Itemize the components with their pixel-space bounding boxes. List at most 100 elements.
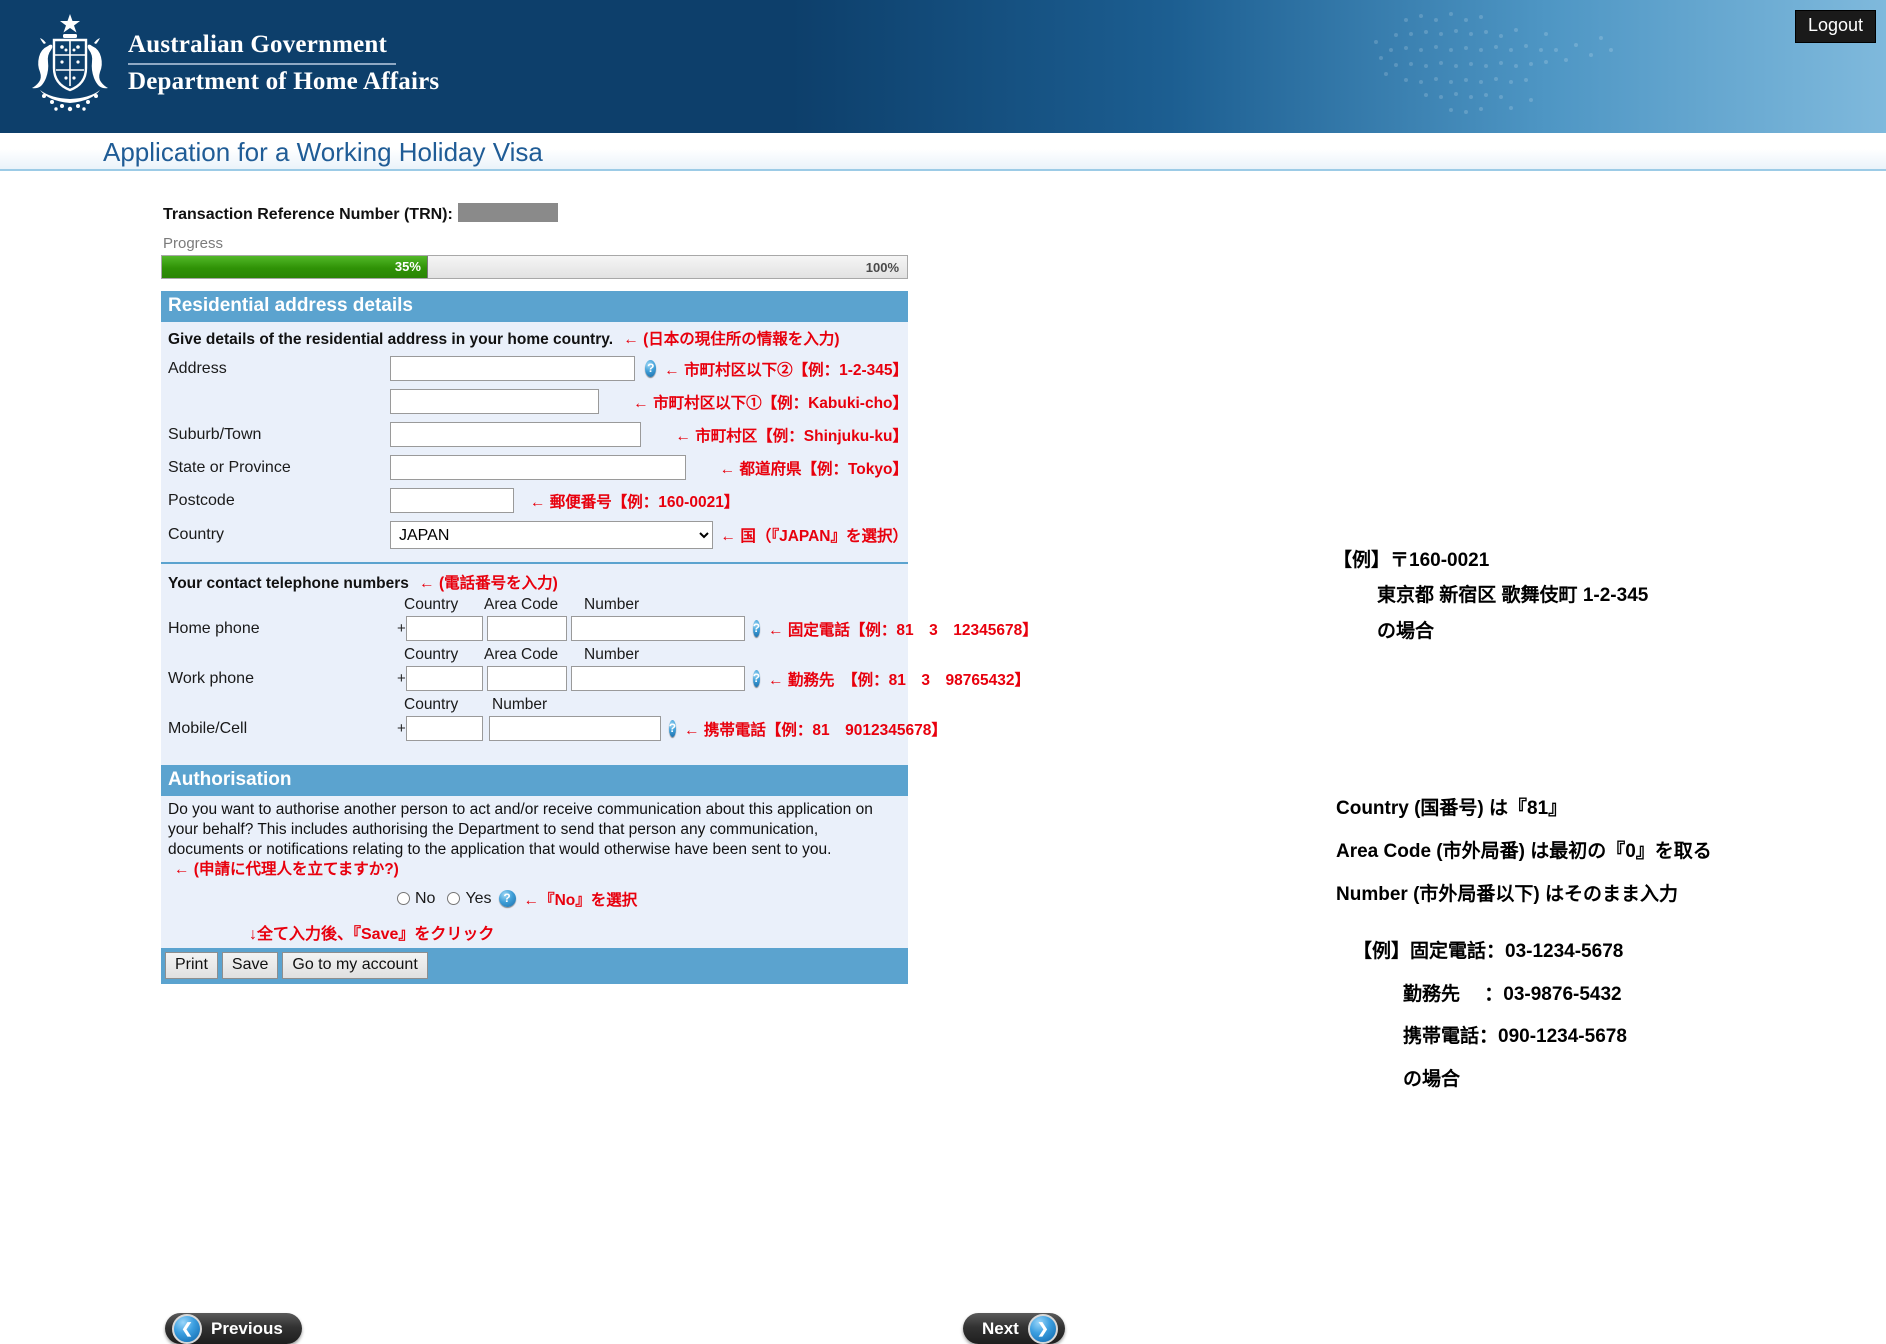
residential-section-header: Residential address details — [161, 291, 908, 322]
postcode-annotation: ← 郵便番号【例：160-0021】 — [530, 493, 740, 511]
work-phone-row: Work phone + ? ← 勤務先 【例：81 3 98765432】 — [161, 666, 1030, 691]
work-col-area: Area Code — [484, 646, 559, 663]
mobile-annotation: ← 携帯電話【例：81 9012345678】 — [684, 721, 947, 739]
go-to-my-account-button[interactable]: Go to my account — [282, 951, 428, 979]
phone-rule-line-2: Area Code (市外局番) は最初の『0』を取る — [1336, 841, 1712, 862]
authorisation-radio-annotation: ←『No』を選択 — [523, 891, 638, 909]
mobile-number-input[interactable] — [488, 716, 661, 741]
mobile-col-country: Country — [404, 696, 459, 713]
authorisation-radio-no[interactable] — [397, 892, 410, 906]
trn-row: Transaction Reference Number (TRN): — [163, 203, 558, 224]
panel-gap — [161, 747, 908, 765]
address-example-line-1: 【例】〒160-0021 — [1333, 550, 1490, 571]
work-col-number: Number — [584, 646, 640, 663]
home-col-area: Area Code — [484, 596, 559, 613]
save-instruction-row: ↓全て入力後、『Save』をクリック — [161, 920, 908, 948]
country-annotation: ← 国（『JAPAN』を選択） — [720, 528, 908, 545]
authorisation-label-no: No — [415, 889, 436, 907]
chevron-left-icon: ❮ — [172, 1313, 202, 1344]
work-number-input[interactable] — [570, 666, 745, 691]
save-instruction: ↓全て入力後、『Save』をクリック — [249, 925, 495, 943]
authorisation-help-icon[interactable]: ? — [498, 890, 516, 908]
mobile-country-code-input[interactable] — [405, 716, 483, 741]
print-button[interactable]: Print — [165, 951, 218, 979]
suburb-annotation: ← 市町村区【例：Shinjuku-ku】 — [675, 427, 908, 445]
phone-rule-line-1: Country (国番号) は『81』 — [1336, 798, 1568, 819]
postcode-input[interactable] — [390, 488, 514, 513]
wordmark-divider — [128, 63, 396, 66]
state-annotation: ← 都道府県【例：Tokyo】 — [719, 460, 908, 478]
address-example-line-2: 東京都 新宿区 歌舞伎町 1-2-345 — [1377, 585, 1649, 606]
home-phone-row: Home phone + ? ← 固定電話【例：81 3 12345678】 — [161, 616, 1038, 641]
mobile-label: Mobile/Cell — [168, 719, 248, 737]
authorisation-question-text: Do you want to authorise another person … — [168, 801, 873, 859]
authorisation-question-annotation: ← (申請に代理人を立てますか?) — [174, 861, 399, 879]
phone-example-line-1: 【例】固定電話：03-1234-5678 — [1353, 941, 1624, 962]
site-banner: Australian Government Department of Home… — [0, 0, 1886, 133]
mobile-col-spacer — [168, 696, 404, 714]
page-title: Application for a Working Holiday Visa — [103, 137, 543, 167]
address-example-line-3: の場合 — [1377, 621, 1435, 642]
address-line-1-row: Address ? ← 市町村区以下②【例：1-2-345】 — [161, 352, 908, 385]
home-country-code-input[interactable] — [405, 616, 483, 641]
work-country-code-input[interactable] — [405, 666, 483, 691]
home-phone-column-headers: Country Area Code Number — [161, 596, 908, 614]
trn-value-masked — [457, 203, 558, 222]
work-col-spacer — [168, 646, 404, 664]
suburb-label: Suburb/Town — [168, 425, 262, 443]
mobile-row: Mobile/Cell + ? ← 携帯電話【例：81 9012345678】 — [161, 716, 947, 747]
phone-example-line-4: の場合 — [1403, 1069, 1461, 1090]
home-number-input[interactable] — [570, 616, 745, 641]
phones-heading-annotation: ← (電話番号を入力) — [419, 575, 558, 592]
work-area-code-input[interactable] — [486, 666, 567, 691]
home-phone-help-icon[interactable]: ? — [752, 620, 761, 637]
state-input[interactable] — [390, 455, 686, 480]
address-line-2-annotation: ← 市町村区以下①【例：Kabuki-cho】 — [633, 394, 908, 412]
government-wordmark: Australian Government Department of Home… — [128, 31, 440, 96]
mobile-col-number: Number — [492, 696, 548, 713]
work-phone-help-icon[interactable]: ? — [752, 670, 761, 687]
logout-button[interactable]: Logout — [1794, 10, 1876, 43]
address-line-2-input[interactable] — [390, 389, 600, 414]
australian-coat-of-arms — [32, 14, 108, 112]
progress-max-label: 100% — [865, 260, 899, 275]
address-line-1-input[interactable] — [390, 356, 636, 381]
country-select[interactable]: JAPAN — [390, 521, 713, 549]
form-toolbar: Print Save Go to my account — [161, 947, 908, 984]
trn-label: Transaction Reference Number (TRN): — [163, 206, 453, 223]
next-button-label: Next — [982, 1318, 1019, 1338]
suburb-row: Suburb/Town ← 市町村区【例：Shinjuku-ku】 — [161, 418, 908, 451]
address-line-2-row: ← 市町村区以下①【例：Kabuki-cho】 — [161, 385, 908, 418]
government-line-1: Australian Government — [128, 31, 388, 58]
mobile-column-headers: Country Number — [161, 696, 908, 714]
state-label: State or Province — [168, 458, 291, 476]
work-plus-sign: + — [397, 670, 406, 687]
progress-label: Progress — [163, 235, 224, 252]
residential-address-panel: Residential address details Give details… — [161, 291, 1038, 984]
previous-button[interactable]: ❮ Previous — [165, 1313, 302, 1344]
residential-intro: Give details of the residential address … — [161, 322, 908, 352]
suburb-input[interactable] — [390, 422, 642, 447]
work-phone-annotation: ← 勤務先 【例：81 3 98765432】 — [768, 671, 1030, 689]
australia-map-dots — [1374, 12, 1613, 114]
address-line-1-annotation: ← 市町村区以下②【例：1-2-345】 — [664, 361, 908, 379]
progress-bar: 35% 100% — [161, 255, 908, 279]
phone-rule-line-3: Number (市外局番以下) はそのまま入力 — [1336, 884, 1679, 905]
mobile-help-icon[interactable]: ? — [668, 720, 677, 737]
country-row: Country JAPAN ← 国（『JAPAN』を選択） — [161, 517, 908, 553]
state-row: State or Province ← 都道府県【例：Tokyo】 — [161, 451, 908, 484]
progress-bar-fill: 35% — [162, 256, 428, 278]
authorisation-label-yes: Yes — [465, 889, 492, 907]
save-button[interactable]: Save — [221, 951, 279, 979]
home-phone-annotation: ← 固定電話【例：81 3 12345678】 — [768, 621, 1038, 639]
next-button[interactable]: Next ❯ — [963, 1313, 1065, 1344]
home-area-code-input[interactable] — [486, 616, 567, 641]
authorisation-radio-yes[interactable] — [447, 892, 461, 906]
mobile-plus-sign: + — [397, 720, 406, 737]
work-col-country: Country — [404, 646, 459, 663]
authorisation-radio-group: No Yes ? ←『No』を選択 — [161, 888, 908, 910]
progress-percent-label: 35% — [394, 259, 421, 274]
government-line-2: Department of Home Affairs — [128, 68, 440, 96]
address-help-icon[interactable]: ? — [645, 360, 657, 377]
address-label: Address — [168, 359, 227, 377]
